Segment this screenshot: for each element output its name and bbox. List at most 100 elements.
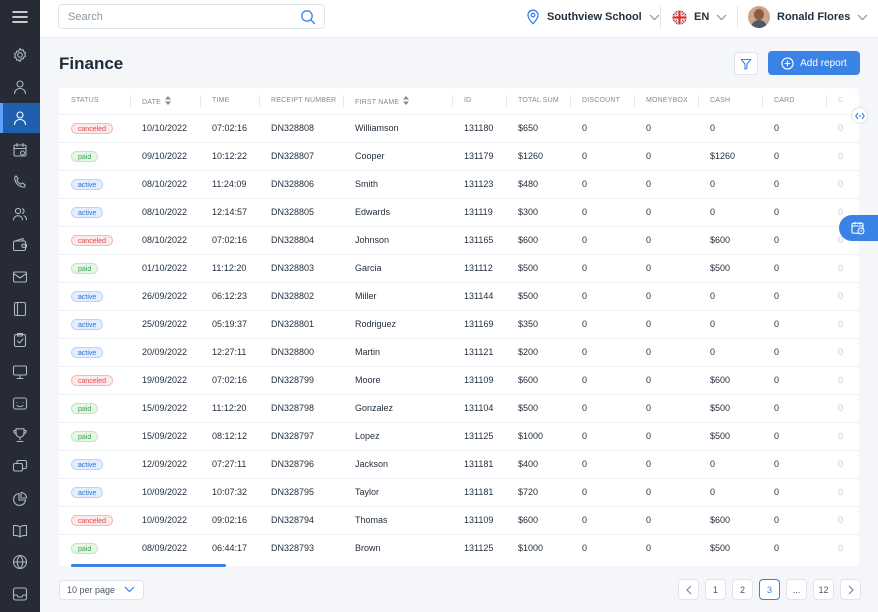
table-row[interactable]: canceled 10/10/2022 07:02:16 DN328808 Willia… xyxy=(59,113,859,142)
cell-cash: $600 xyxy=(698,225,762,254)
status-badge: active xyxy=(71,318,104,330)
sidebar-item-mail[interactable] xyxy=(0,262,40,292)
filter-button[interactable] xyxy=(734,52,758,75)
sidebar-item-calendar[interactable] xyxy=(0,135,40,165)
table-row[interactable]: canceled 10/09/2022 09:02:16 DN328794 Thomas… xyxy=(59,505,859,534)
table-row[interactable]: active 08/10/2022 12:14:57 DN328805 Edwards 1… xyxy=(59,197,859,226)
column-header-receipt-number: RECEIPT NUMBER xyxy=(259,88,343,114)
sidebar-item-monitor[interactable] xyxy=(0,357,40,387)
cell-time: 08:12:12 xyxy=(200,421,259,450)
school-name: Southview School xyxy=(547,11,642,23)
sidebar-item-open-book[interactable] xyxy=(0,516,40,546)
cell-name: Moore xyxy=(343,365,452,394)
cell-extra: 0 xyxy=(826,449,859,478)
sidebar-item-pie-chart[interactable] xyxy=(0,484,40,514)
cell-discount: 0 xyxy=(570,505,634,534)
cell-extra: 0 xyxy=(826,365,859,394)
cell-status: canceled xyxy=(59,225,130,254)
cell-date: 09/10/2022 xyxy=(130,141,200,170)
cell-name: Johnson xyxy=(343,225,452,254)
status-badge: active xyxy=(71,206,104,218)
cell-moneybox: 0 xyxy=(634,197,698,226)
next-page-button[interactable] xyxy=(840,579,861,600)
sidebar-item-globe[interactable] xyxy=(0,547,40,577)
cell-total: $1000 xyxy=(506,421,570,450)
table-row[interactable]: active 20/09/2022 12:27:11 DN328800 Martin 13… xyxy=(59,337,859,366)
table-row[interactable]: active 08/10/2022 11:24:09 DN328806 Smith 131… xyxy=(59,169,859,198)
wallet-icon xyxy=(12,238,28,252)
cell-moneybox: 0 xyxy=(634,337,698,366)
per-page-select[interactable]: 10 per page xyxy=(59,580,144,600)
table-row[interactable]: paid 15/09/2022 11:12:20 DN328798 Gonzalez 13… xyxy=(59,393,859,422)
table-row[interactable]: paid 08/09/2022 06:44:17 DN328793 Brown 13112… xyxy=(59,533,859,562)
sidebar-item-trophy[interactable] xyxy=(0,420,40,450)
table-row[interactable]: active 12/09/2022 07:27:11 DN328796 Jackson 1… xyxy=(59,449,859,478)
panel-toggle-button[interactable] xyxy=(851,107,868,124)
table-row[interactable]: canceled 19/09/2022 07:02:16 DN328799 Moore 1… xyxy=(59,365,859,394)
sidebar-item-clipboard-check[interactable] xyxy=(0,325,40,355)
sidebar-item-settings[interactable] xyxy=(0,40,40,70)
table-row[interactable]: active 25/09/2022 05:19:37 DN328801 Rodrigue… xyxy=(59,309,859,338)
status-badge: canceled xyxy=(71,514,114,526)
school-selector[interactable]: Southview School xyxy=(526,6,660,28)
table-row[interactable]: paid 09/10/2022 10:12:22 DN328807 Cooper 1311… xyxy=(59,141,859,170)
table-row[interactable]: paid 01/10/2022 11:12:20 DN328803 Garcia 1311… xyxy=(59,253,859,282)
table-row[interactable]: active 10/09/2022 10:07:32 DN328795 Taylor 13… xyxy=(59,477,859,506)
column-header-date[interactable]: DATE xyxy=(130,88,200,114)
sidebar-item-wallet[interactable] xyxy=(0,230,40,260)
cell-time: 11:12:20 xyxy=(200,253,259,282)
sidebar xyxy=(0,0,40,612)
page-button[interactable]: ... xyxy=(786,579,807,600)
cell-moneybox: 0 xyxy=(634,365,698,394)
page-button[interactable]: 1 xyxy=(705,579,726,600)
sidebar-item-users[interactable] xyxy=(0,199,40,229)
finance-table-card: STATUS DATE TIME RECEIPT NUMBER FIRST NA… xyxy=(59,88,859,566)
page-button[interactable]: 3 xyxy=(759,579,780,600)
clipboard-check-icon xyxy=(13,333,27,348)
cell-card: 0 xyxy=(762,477,826,506)
status-badge: active xyxy=(71,290,104,302)
sidebar-item-chat[interactable] xyxy=(0,389,40,419)
sidebar-item-user[interactable] xyxy=(0,72,40,102)
menu-button[interactable] xyxy=(0,0,40,34)
cell-total: $1000 xyxy=(506,533,570,562)
sidebar-item-inbox[interactable] xyxy=(0,579,40,609)
cell-name: Rodriguez xyxy=(343,309,452,338)
cell-total: $650 xyxy=(506,113,570,142)
page-button[interactable]: 2 xyxy=(732,579,753,600)
prev-page-button[interactable] xyxy=(678,579,699,600)
calendar-tab-button[interactable] xyxy=(839,215,878,241)
language-selector[interactable]: EN xyxy=(672,6,727,28)
table-row[interactable]: canceled 08/10/2022 07:02:16 DN328804 Johnso… xyxy=(59,225,859,254)
column-header-first-name[interactable]: FIRST NAME xyxy=(343,88,452,114)
cell-discount: 0 xyxy=(570,113,634,142)
cell-receipt: DN328796 xyxy=(259,449,343,478)
cell-time: 06:12:23 xyxy=(200,281,259,310)
sidebar-item-user[interactable] xyxy=(0,103,40,134)
cell-moneybox: 0 xyxy=(634,505,698,534)
user-menu[interactable]: Ronald Flores xyxy=(748,5,868,29)
chevron-down-icon xyxy=(649,14,660,20)
sidebar-item-chat-bubbles[interactable] xyxy=(0,452,40,482)
cell-receipt: DN328798 xyxy=(259,393,343,422)
table-row[interactable]: paid 15/09/2022 08:12:12 DN328797 Lopez 13112… xyxy=(59,421,859,450)
language-code: EN xyxy=(694,11,710,23)
cell-card: 0 xyxy=(762,253,826,282)
horizontal-scrollbar[interactable] xyxy=(71,564,226,567)
page-button[interactable]: 12 xyxy=(813,579,834,600)
add-report-button[interactable]: Add report xyxy=(768,51,860,75)
sidebar-item-book[interactable] xyxy=(0,294,40,324)
cell-receipt: DN328799 xyxy=(259,365,343,394)
search-icon[interactable] xyxy=(300,9,316,30)
column-header-card: CARD xyxy=(762,88,826,114)
sidebar-item-phone[interactable] xyxy=(0,167,40,197)
finance-table: STATUS DATE TIME RECEIPT NUMBER FIRST NA… xyxy=(59,88,859,562)
search-input[interactable] xyxy=(68,9,288,25)
table-row[interactable]: active 26/09/2022 06:12:23 DN328802 Miller 13… xyxy=(59,281,859,310)
cell-status: paid xyxy=(59,421,130,450)
cell-id: 131169 xyxy=(452,309,506,338)
cell-cash: $500 xyxy=(698,533,762,562)
cell-card: 0 xyxy=(762,225,826,254)
phone-icon xyxy=(14,175,26,188)
status-badge: active xyxy=(71,486,104,498)
